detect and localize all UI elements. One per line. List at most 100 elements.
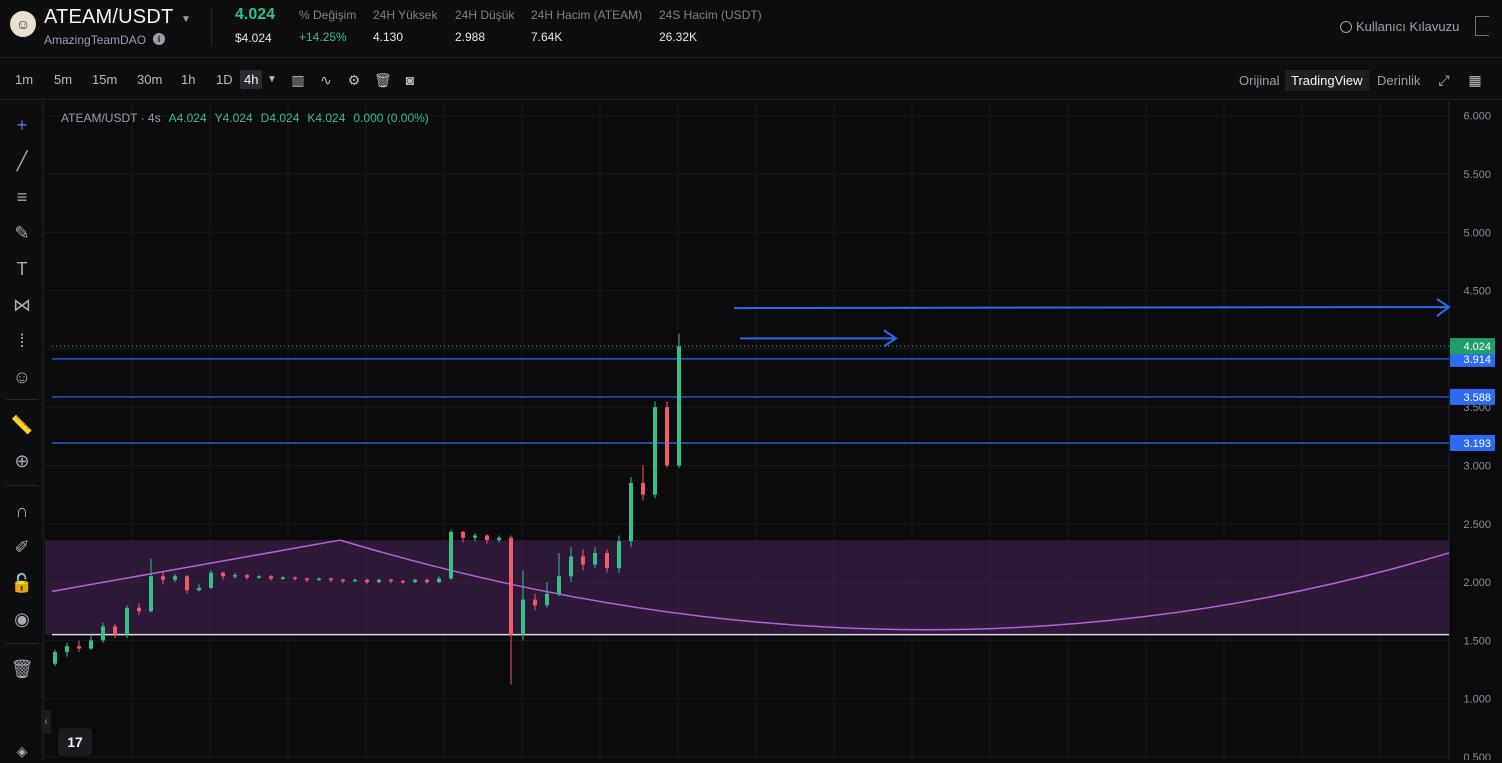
- candle-body: [113, 626, 117, 635]
- candle-body: [305, 578, 309, 581]
- user-guide-link[interactable]: Kullanıcı Kılavuzu: [1340, 19, 1459, 34]
- camera-icon[interactable]: ◙: [402, 72, 418, 88]
- candle-body: [653, 407, 657, 495]
- candle-body: [581, 556, 585, 565]
- timeframe-4h[interactable]: 4h: [240, 70, 263, 89]
- candle-body: [173, 576, 177, 580]
- candle-body: [437, 578, 441, 583]
- crosshair-icon[interactable]: +: [10, 113, 34, 137]
- view-original[interactable]: Orijinal: [1239, 73, 1279, 88]
- timeframe-5m[interactable]: 5m: [54, 72, 72, 87]
- pattern-icon[interactable]: ⋈: [10, 293, 34, 317]
- chart-background: [45, 101, 1495, 760]
- stat-value: 7.64K: [531, 30, 563, 44]
- y-tick-label: 0.500: [1463, 752, 1491, 760]
- last-price: 4.024: [235, 6, 276, 23]
- chevron-down-icon[interactable]: ▼: [181, 14, 191, 25]
- candle-body: [149, 576, 153, 612]
- fib-icon[interactable]: ≡: [10, 185, 34, 209]
- candle-body: [533, 599, 537, 606]
- stat-value: 4.130: [373, 30, 404, 44]
- ruler-icon[interactable]: 📏: [10, 413, 34, 437]
- candle-type-icon[interactable]: ▥: [290, 72, 306, 88]
- candle-body: [605, 552, 609, 569]
- timeframe-1h[interactable]: 1h: [181, 72, 195, 87]
- chart-toolbar: 1m 5m 15m 30m 1h 1D 4h ▼ ▥ ∿ ⚙ 🗑 ◙ Oriji…: [0, 60, 1502, 100]
- candle-body: [77, 646, 81, 649]
- target-arrow-long: [733, 306, 1448, 310]
- y-tick-label: 2.500: [1463, 519, 1491, 531]
- eye-icon[interactable]: ◉: [10, 607, 34, 631]
- divider: [6, 485, 38, 486]
- info-icon[interactable]: i: [153, 33, 165, 45]
- layers-icon[interactable]: ◈: [10, 739, 34, 763]
- timeframe-30m[interactable]: 30m: [137, 72, 162, 87]
- divider: [211, 8, 212, 46]
- stat-label: 24H Düşük: [455, 8, 515, 22]
- candle-body: [137, 607, 141, 612]
- token-logo-icon: ☺: [10, 11, 36, 37]
- stat-value: 2.988: [455, 30, 486, 44]
- panel-toggle-icon[interactable]: [1475, 16, 1489, 36]
- emoji-icon[interactable]: ☺: [10, 365, 34, 389]
- text-icon[interactable]: T: [10, 257, 34, 281]
- top-header: ☺ ATEAM/USDT ▼ AmazingTeamDAO i 4.024 $4…: [0, 0, 1502, 58]
- timeframe-dropdown-icon[interactable]: ▼: [264, 72, 280, 88]
- measure-icon[interactable]: ⁞: [10, 329, 34, 353]
- view-tradingview[interactable]: TradingView: [1285, 70, 1369, 91]
- lock-draw-icon[interactable]: ✐: [10, 535, 34, 559]
- level-price-label: 3.914: [1463, 354, 1491, 366]
- brush-icon[interactable]: ✎: [10, 221, 34, 245]
- candle-body: [545, 593, 549, 606]
- legend-high: Y4.024: [214, 111, 253, 125]
- candle-body: [65, 646, 69, 653]
- stat-value: 26.32K: [659, 30, 698, 44]
- zoom-icon[interactable]: ⊕: [10, 449, 34, 473]
- lock-icon[interactable]: 🔓: [10, 571, 34, 595]
- trash-icon[interactable]: 🗑: [374, 72, 392, 88]
- candle-body: [269, 576, 273, 579]
- trend-line-icon[interactable]: ╱: [10, 149, 34, 173]
- legend-close: K4.024: [307, 111, 346, 125]
- divider: [6, 643, 38, 644]
- drawing-toolbar: + ╱ ≡ ✎ T ⋈ ⁞ ☺ 📏 ⊕ ∩ ✐ 🔓 ◉ 🗑 ◈: [0, 101, 44, 760]
- candle-body: [497, 537, 501, 541]
- tradingview-logo-icon: 17: [58, 728, 92, 756]
- candle-body: [641, 482, 645, 495]
- project-name: AmazingTeamDAO: [44, 33, 147, 47]
- candle-body: [161, 576, 165, 580]
- stat-volume-base: 24H Hacim (ATEAM) 7.64K: [531, 8, 642, 44]
- price-chart[interactable]: 6.0005.5005.0004.5004.0003.5003.0002.500…: [45, 101, 1495, 760]
- stat-low: 24H Düşük 2.988: [455, 8, 514, 44]
- candle-body: [401, 580, 405, 583]
- candle-body: [425, 579, 429, 583]
- collapse-toolbar-icon[interactable]: ‹: [41, 710, 51, 734]
- fullscreen-icon[interactable]: ⤢: [1436, 72, 1452, 88]
- candle-body: [473, 535, 477, 538]
- candle-body: [377, 579, 381, 583]
- candle-body: [125, 607, 129, 635]
- pair-title[interactable]: ATEAM/USDT: [44, 6, 173, 29]
- timeframe-15m[interactable]: 15m: [92, 72, 117, 87]
- legend-open: A4.024: [168, 111, 207, 125]
- timeframe-1d[interactable]: 1D: [216, 72, 233, 87]
- view-depth[interactable]: Derinlik: [1377, 73, 1420, 88]
- layout-grid-icon[interactable]: ▦: [1467, 72, 1483, 88]
- trash-icon[interactable]: 🗑: [10, 657, 34, 681]
- candle-body: [257, 576, 261, 578]
- candle-body: [521, 599, 525, 635]
- candle-body: [617, 541, 621, 569]
- magnet-icon[interactable]: ∩: [10, 499, 34, 523]
- user-guide-label: Kullanıcı Kılavuzu: [1356, 19, 1460, 34]
- candle-body: [389, 579, 393, 582]
- settings-icon[interactable]: ⚙: [346, 72, 362, 88]
- indicators-icon[interactable]: ∿: [318, 72, 334, 88]
- last-price-label: 4.024: [1463, 341, 1491, 353]
- timeframe-1m[interactable]: 1m: [15, 72, 33, 87]
- candle-body: [365, 579, 369, 583]
- candle-body: [185, 576, 189, 591]
- stat-label: 24H Hacim (ATEAM): [531, 8, 643, 22]
- stat-high: 24H Yüksek 4.130: [373, 8, 437, 44]
- last-price-usd: $4.024: [235, 31, 272, 45]
- y-tick-label: 5.500: [1463, 169, 1491, 181]
